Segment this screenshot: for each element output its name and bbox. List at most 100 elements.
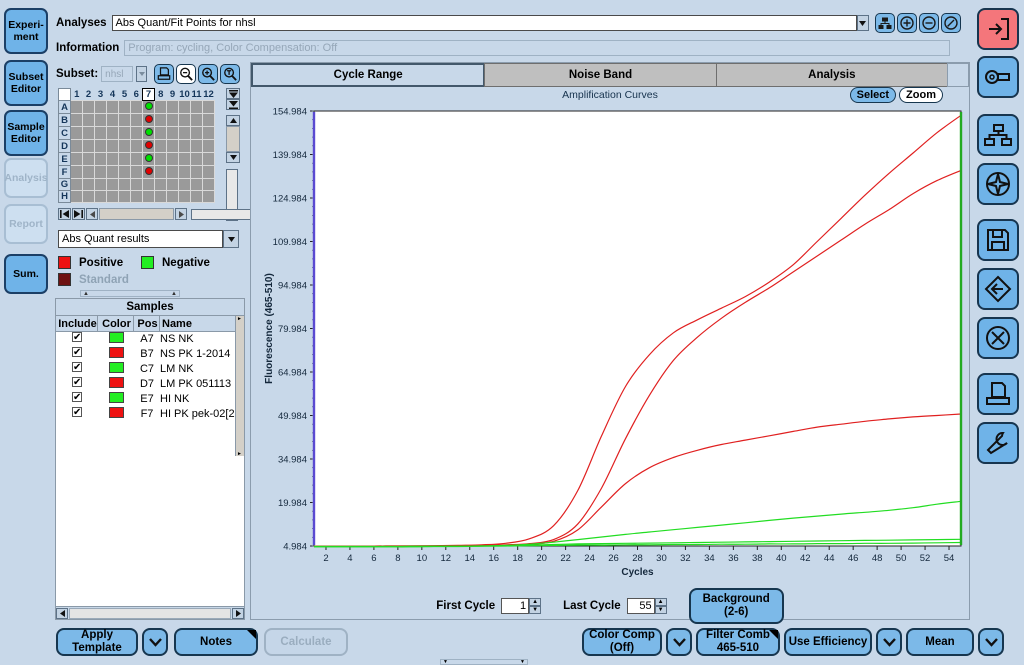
samples-hscroll-right-button[interactable] — [232, 607, 244, 619]
back-arrow-icon-button[interactable] — [977, 268, 1019, 310]
plate-vertical-scrollbar[interactable] — [226, 126, 240, 152]
well-F1[interactable] — [70, 165, 83, 179]
well-D1[interactable] — [70, 139, 83, 153]
samples-horizontal-scrollbar[interactable] — [56, 606, 244, 619]
well-C7[interactable] — [142, 126, 155, 140]
plate-row-E[interactable]: E — [58, 152, 71, 166]
table-row[interactable]: A7 NS NK — [56, 330, 244, 347]
well-E10[interactable] — [178, 152, 191, 166]
well-A2[interactable] — [82, 100, 95, 114]
mean-dropdown[interactable] — [978, 628, 1004, 656]
subset-zoom-fit-button[interactable] — [220, 64, 241, 84]
well-H5[interactable] — [118, 190, 131, 203]
well-A10[interactable] — [178, 100, 191, 114]
well-A11[interactable] — [190, 100, 203, 114]
plate-scroll-down-button[interactable] — [226, 152, 240, 163]
panel-splitter[interactable]: ▲ ▲ — [80, 290, 180, 297]
print-icon-button[interactable] — [977, 373, 1019, 415]
well-E9[interactable] — [166, 152, 179, 166]
plate-hscroll-right-button[interactable] — [175, 208, 187, 220]
well-D6[interactable] — [130, 139, 143, 153]
well-E5[interactable] — [118, 152, 131, 166]
well-G10[interactable] — [178, 178, 191, 191]
well-F8[interactable] — [154, 165, 167, 179]
plate-table[interactable]: 1 2 3 4 5 6 7 8 9 10 11 12 A B C D E F G… — [58, 88, 215, 203]
well-B2[interactable] — [82, 113, 95, 127]
well-E7[interactable] — [142, 152, 155, 166]
well-G3[interactable] — [94, 178, 107, 191]
plate-first-button[interactable] — [58, 208, 71, 220]
well-H4[interactable] — [106, 190, 119, 203]
plate-row-B[interactable]: B — [58, 113, 71, 127]
plate-col-12[interactable]: 12 — [202, 88, 215, 101]
compass-icon-button[interactable] — [977, 163, 1019, 205]
background-button[interactable]: Background (2-6) — [688, 588, 784, 624]
well-D5[interactable] — [118, 139, 131, 153]
column-header-pos[interactable]: Pos — [134, 315, 160, 332]
well-F10[interactable] — [178, 165, 191, 179]
plate-horizontal-scrollbar[interactable] — [99, 208, 174, 220]
well-A1[interactable] — [70, 100, 83, 114]
plate-col-11[interactable]: 11 — [190, 88, 203, 101]
plate-col-10[interactable]: 10 — [178, 88, 191, 101]
table-row[interactable]: C7 LM NK — [56, 360, 244, 377]
mean-button[interactable]: Mean — [906, 628, 974, 656]
tab-cycle-range[interactable]: Cycle Range — [251, 63, 486, 87]
plate-col-8[interactable]: 8 — [154, 88, 167, 101]
well-H11[interactable] — [190, 190, 203, 203]
tab-summary[interactable]: Sum. — [4, 254, 48, 294]
well-E11[interactable] — [190, 152, 203, 166]
well-C5[interactable] — [118, 126, 131, 140]
well-E4[interactable] — [106, 152, 119, 166]
chart-svg[interactable]: 4.984 19.984 34.984 49.984 64.984 79.984 94.98… — [256, 103, 966, 588]
last-cycle-input[interactable] — [626, 598, 655, 614]
column-header-color[interactable]: Color — [98, 315, 134, 332]
well-B11[interactable] — [190, 113, 203, 127]
well-F3[interactable] — [94, 165, 107, 179]
well-H12[interactable] — [202, 190, 215, 203]
plate-hscroll-left-button[interactable] — [86, 208, 98, 220]
last-cycle-stepper[interactable]: ▲ ▼ — [626, 598, 667, 614]
well-C8[interactable] — [154, 126, 167, 140]
well-A12[interactable] — [202, 100, 215, 114]
subset-zoom-in-button[interactable] — [198, 64, 219, 84]
apply-template-dropdown[interactable] — [142, 628, 168, 656]
well-H2[interactable] — [82, 190, 95, 203]
well-E3[interactable] — [94, 152, 107, 166]
well-F5[interactable] — [118, 165, 131, 179]
well-G7[interactable] — [142, 178, 155, 191]
well-G2[interactable] — [82, 178, 95, 191]
results-dropdown-arrow[interactable] — [223, 230, 239, 248]
well-B5[interactable] — [118, 113, 131, 127]
close-x-icon-button[interactable] — [977, 317, 1019, 359]
well-G9[interactable] — [166, 178, 179, 191]
well-G12[interactable] — [202, 178, 215, 191]
well-D4[interactable] — [106, 139, 119, 153]
subset-combobox[interactable]: nhsl — [101, 66, 134, 82]
plate-col-1[interactable]: 1 — [70, 88, 83, 101]
plate-grid[interactable]: 1 2 3 4 5 6 7 8 9 10 11 12 A B C D E F G… — [58, 88, 215, 203]
well-B3[interactable] — [94, 113, 107, 127]
plate-col-5[interactable]: 5 — [118, 88, 131, 101]
color-comp-button[interactable]: Color Comp (Off) — [582, 628, 662, 656]
well-H1[interactable] — [70, 190, 83, 203]
pencil-icon-button[interactable] — [940, 13, 961, 33]
well-G5[interactable] — [118, 178, 131, 191]
plate-row-A[interactable]: A — [58, 100, 71, 114]
zoom-out-icon-button[interactable] — [918, 13, 939, 33]
zoom-button[interactable]: Zoom — [899, 87, 943, 103]
use-efficiency-button[interactable]: Use Efficiency — [784, 628, 872, 656]
well-G6[interactable] — [130, 178, 143, 191]
well-E8[interactable] — [154, 152, 167, 166]
wrench-icon-button[interactable] — [977, 422, 1019, 464]
save-floppy-icon-button[interactable] — [977, 219, 1019, 261]
well-F7[interactable] — [142, 165, 155, 179]
table-row[interactable]: F7 HI PK pek-02[280« — [56, 405, 244, 422]
well-E6[interactable] — [130, 152, 143, 166]
well-G4[interactable] — [106, 178, 119, 191]
results-combobox[interactable]: Abs Quant results — [58, 230, 223, 248]
well-G11[interactable] — [190, 178, 203, 191]
well-E12[interactable] — [202, 152, 215, 166]
plate-row-F[interactable]: F — [58, 165, 71, 179]
well-A9[interactable] — [166, 100, 179, 114]
